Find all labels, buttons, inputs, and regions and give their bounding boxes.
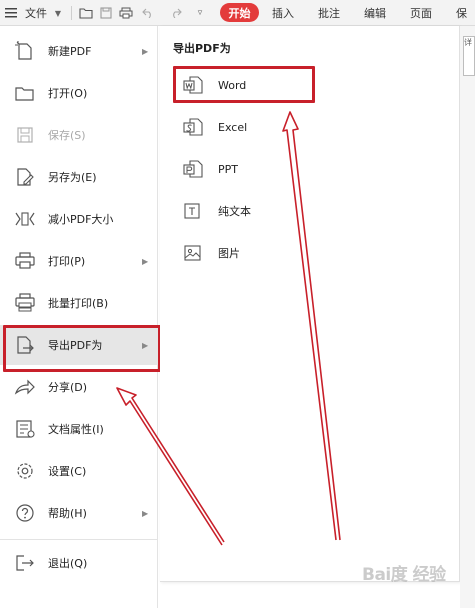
menu-item-new-pdf[interactable]: 新建PDF ▶ <box>0 31 158 71</box>
menu-item-print[interactable]: 打印(P) ▶ <box>0 241 158 281</box>
menu-item-label: 批量打印(B) <box>48 297 109 310</box>
tab-comment[interactable]: 批注 <box>318 0 340 26</box>
file-menu-button[interactable]: 文件 <box>22 0 50 26</box>
save-icon <box>14 125 36 145</box>
menu-item-settings[interactable]: 设置(C) <box>0 451 158 491</box>
excel-doc-icon <box>182 117 204 137</box>
watermark: Bai度 经验 <box>362 565 446 585</box>
print-icon[interactable] <box>118 0 134 26</box>
gear-icon <box>14 461 36 481</box>
chevron-down-icon[interactable]: ▼ <box>51 0 65 26</box>
export-submenu: 导出PDF为 Word Excel PPT 纯文本 图片 <box>160 26 460 582</box>
menu-item-label: 减小PDF大小 <box>48 213 114 226</box>
compress-icon <box>14 209 36 229</box>
submenu-item-label: 纯文本 <box>218 205 251 218</box>
save-as-icon <box>14 167 36 187</box>
tab-start[interactable]: 开始 <box>220 3 259 22</box>
menu-item-label: 新建PDF <box>48 45 92 58</box>
submenu-item-label: PPT <box>218 162 238 176</box>
document-area-edge <box>460 26 475 608</box>
text-doc-icon <box>182 201 204 221</box>
highlight-box-word <box>173 66 315 103</box>
tab-protect[interactable]: 保 <box>456 0 467 26</box>
hamburger-menu-icon[interactable] <box>3 0 19 26</box>
top-toolbar: 文件 ▼ ▿ 开始 插入 批注 编辑 页面 保 <box>0 0 475 26</box>
redo-icon[interactable] <box>168 0 184 26</box>
submenu-item-plain-text[interactable]: 纯文本 <box>180 196 440 226</box>
batch-print-icon <box>14 293 36 313</box>
menu-item-label: 帮助(H) <box>48 507 87 520</box>
chevron-right-icon: ▶ <box>142 508 149 518</box>
chevron-right-icon: ▶ <box>142 46 149 56</box>
more-quick-access-icon[interactable]: ▿ <box>193 0 207 26</box>
menu-item-save[interactable]: 保存(S) <box>0 115 158 155</box>
chevron-right-icon: ▶ <box>142 256 149 266</box>
menu-item-compress[interactable]: 减小PDF大小 <box>0 199 158 239</box>
exit-icon <box>14 553 36 573</box>
menu-item-label: 另存为(E) <box>48 171 97 184</box>
new-pdf-icon <box>14 41 36 61</box>
right-panel-tab[interactable]: 详 <box>463 36 475 76</box>
menu-item-exit[interactable]: 退出(Q) <box>0 543 158 583</box>
share-icon <box>14 377 36 397</box>
menu-item-label: 退出(Q) <box>48 557 88 570</box>
printer-icon <box>14 251 36 271</box>
image-icon <box>182 243 204 263</box>
submenu-item-ppt[interactable]: PPT <box>180 154 440 184</box>
tab-edit[interactable]: 编辑 <box>364 0 386 26</box>
toolbar-divider <box>71 6 72 20</box>
submenu-item-excel[interactable]: Excel <box>180 112 440 142</box>
submenu-item-label: 图片 <box>218 247 240 260</box>
menu-item-open[interactable]: 打开(O) <box>0 73 158 113</box>
undo-icon[interactable] <box>140 0 156 26</box>
tab-insert[interactable]: 插入 <box>272 0 294 26</box>
menu-divider <box>0 539 158 540</box>
submenu-item-image[interactable]: 图片 <box>180 238 440 268</box>
save-icon[interactable] <box>98 0 114 26</box>
menu-item-label: 保存(S) <box>48 129 86 142</box>
submenu-title: 导出PDF为 <box>173 42 231 55</box>
highlight-box-export <box>3 325 161 372</box>
help-icon <box>14 503 36 523</box>
menu-item-share[interactable]: 分享(D) <box>0 367 158 407</box>
menu-item-properties[interactable]: 文档属性(I) <box>0 409 158 449</box>
menu-item-label: 文档属性(I) <box>48 423 104 436</box>
menu-item-save-as[interactable]: 另存为(E) <box>0 157 158 197</box>
menu-item-label: 打印(P) <box>48 255 86 268</box>
properties-icon <box>14 419 36 439</box>
file-menu: 新建PDF ▶ 打开(O) 保存(S) 另存为(E) 减小PDF大小 打印(P)… <box>0 26 158 608</box>
ppt-doc-icon <box>182 159 204 179</box>
menu-item-label: 打开(O) <box>48 87 88 100</box>
open-folder-icon[interactable] <box>78 0 94 26</box>
menu-item-batch-print[interactable]: 批量打印(B) <box>0 283 158 323</box>
tab-page[interactable]: 页面 <box>410 0 432 26</box>
right-panel-tab-label: 详 <box>464 38 472 47</box>
menu-item-label: 分享(D) <box>48 381 88 394</box>
menu-item-help[interactable]: 帮助(H) ▶ <box>0 493 158 533</box>
submenu-item-label: Excel <box>218 120 248 134</box>
menu-item-label: 设置(C) <box>48 465 87 478</box>
folder-open-icon <box>14 83 36 103</box>
